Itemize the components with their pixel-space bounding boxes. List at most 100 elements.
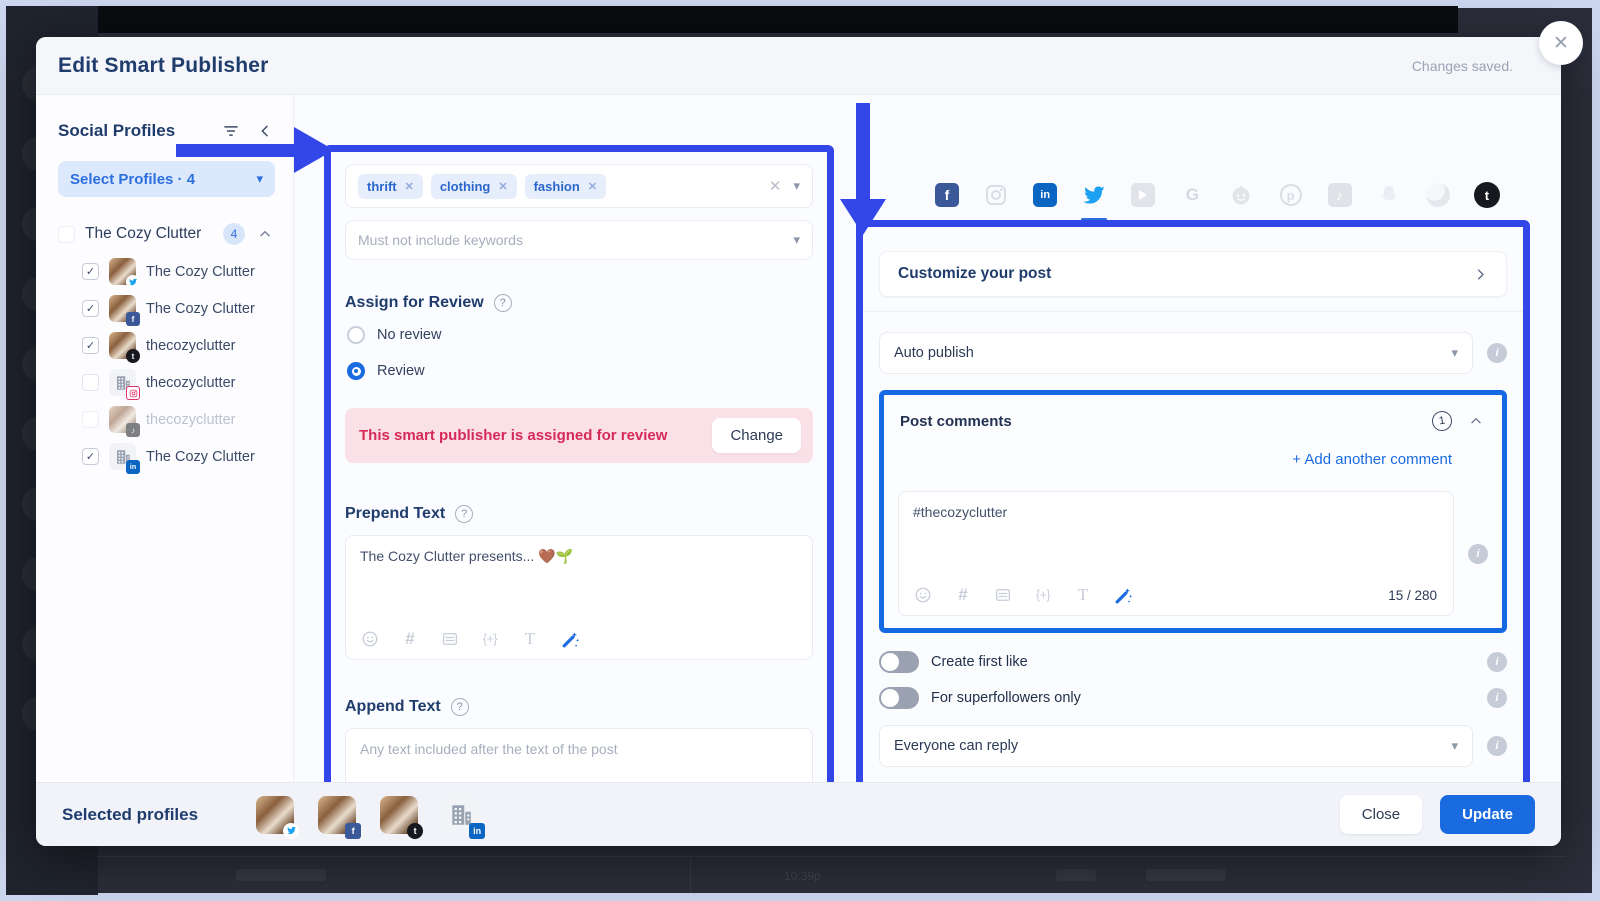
saved-replies-icon[interactable]: [993, 585, 1013, 605]
tumblr-icon[interactable]: t: [1474, 182, 1500, 208]
superfollowers-toggle[interactable]: [879, 687, 919, 709]
pinterest-icon[interactable]: p: [1278, 182, 1304, 208]
text-format-icon[interactable]: T: [520, 629, 540, 649]
instagram-icon[interactable]: [983, 182, 1009, 208]
group-checkbox[interactable]: ✓: [58, 226, 75, 243]
info-icon[interactable]: i: [1487, 652, 1507, 672]
keyword-label: clothing: [440, 179, 491, 194]
hashtag-icon[interactable]: #: [953, 585, 973, 605]
list-item[interactable]: ✓ t thecozyclutter: [58, 327, 275, 364]
linkedin-icon: in: [469, 823, 485, 839]
comment-text-input[interactable]: #thecozyclutter # {+} T 15 / 280: [898, 491, 1454, 616]
linkedin-icon[interactable]: in: [1032, 182, 1058, 208]
list-item[interactable]: ✓ thecozyclutter: [58, 364, 275, 401]
info-icon[interactable]: i: [1468, 544, 1488, 564]
youtube-icon[interactable]: [1130, 182, 1156, 208]
review-option[interactable]: Review: [345, 358, 813, 384]
close-icon[interactable]: ✕: [1539, 21, 1583, 65]
annotation-box-publisher-settings: thrift ✕ clothing ✕ fashion ✕ ✕ ▾ Must n…: [324, 145, 834, 831]
radio-on-icon[interactable]: [347, 362, 365, 380]
exclude-keywords-field[interactable]: Must not include keywords ▾: [345, 220, 813, 260]
list-item[interactable]: ✓ ♪ thecozyclutter: [58, 401, 275, 438]
background-app-table-row: 10:39p: [96, 856, 1566, 894]
remove-keyword-icon[interactable]: ✕: [588, 180, 597, 193]
annotation-arrow-right: [176, 127, 334, 173]
platform-tab-bar: f in G p ♪: [934, 175, 1500, 215]
close-button[interactable]: Close: [1340, 795, 1422, 834]
hashtag-icon[interactable]: #: [400, 629, 420, 649]
list-item[interactable]: ✓ in The Cozy Clutter: [58, 438, 275, 475]
avatar: in: [442, 796, 480, 834]
profile-checkbox[interactable]: ✓: [82, 411, 99, 428]
change-button[interactable]: Change: [712, 418, 801, 453]
add-another-comment-link[interactable]: + Add another comment: [1292, 451, 1452, 468]
append-text-heading: Append Text: [345, 698, 441, 716]
update-button[interactable]: Update: [1440, 795, 1535, 834]
include-keywords-field[interactable]: thrift ✕ clothing ✕ fashion ✕ ✕ ▾: [345, 164, 813, 208]
radio-off-icon[interactable]: [347, 326, 365, 344]
prepend-text-heading: Prepend Text: [345, 505, 445, 523]
facebook-icon: f: [126, 312, 140, 326]
no-review-option[interactable]: No review: [345, 322, 813, 348]
profile-name: The Cozy Clutter: [146, 264, 255, 280]
profile-checkbox[interactable]: ✓: [82, 448, 99, 465]
help-icon[interactable]: ?: [494, 294, 512, 312]
help-icon[interactable]: ?: [451, 698, 469, 716]
chevron-up-icon[interactable]: [255, 224, 275, 244]
saved-replies-icon[interactable]: [440, 629, 460, 649]
profile-checkbox[interactable]: ✓: [82, 374, 99, 391]
post-comments-title: Post comments: [900, 413, 1012, 430]
facebook-icon[interactable]: f: [934, 182, 960, 208]
profile-checkbox[interactable]: ✓: [82, 300, 99, 317]
twitter-icon[interactable]: [1081, 182, 1107, 208]
reddit-icon[interactable]: [1228, 182, 1254, 208]
ai-wand-icon[interactable]: [560, 629, 580, 649]
chevron-up-icon[interactable]: [1466, 411, 1486, 431]
background-ghost-time: 10:39p: [784, 869, 821, 883]
snapchat-icon[interactable]: [1376, 182, 1402, 208]
info-icon[interactable]: i: [1487, 343, 1507, 363]
screenshot-root: 10:39p ✕ Edit Smart Publisher Changes sa…: [0, 0, 1600, 901]
chevron-down-icon[interactable]: ▾: [793, 178, 800, 194]
no-review-label: No review: [377, 327, 441, 343]
group-count-badge: 4: [223, 223, 245, 245]
keyword-tag: clothing ✕: [431, 174, 517, 199]
profile-group-row[interactable]: ✓ The Cozy Clutter 4: [58, 223, 275, 245]
info-icon[interactable]: i: [1487, 736, 1507, 756]
prepend-text-input[interactable]: The Cozy Clutter presents... 🤎🌱 # {+} T: [345, 535, 813, 660]
superfollowers-row: For superfollowers only i: [879, 687, 1507, 709]
variables-icon[interactable]: {+}: [1033, 585, 1053, 605]
info-icon[interactable]: i: [1487, 688, 1507, 708]
help-icon[interactable]: ?: [455, 505, 473, 523]
auto-publish-select[interactable]: Auto publish ▾: [879, 332, 1473, 374]
modal-header: Edit Smart Publisher Changes saved.: [36, 37, 1561, 95]
google-icon[interactable]: G: [1179, 182, 1205, 208]
avatar: [256, 796, 294, 834]
emoji-icon[interactable]: [913, 585, 933, 605]
profile-name: thecozyclutter: [146, 338, 235, 354]
remove-keyword-icon[interactable]: ✕: [405, 180, 414, 193]
character-counter: 15 / 280: [1388, 588, 1437, 603]
tiktok-icon[interactable]: ♪: [1327, 182, 1353, 208]
list-item[interactable]: ✓ The Cozy Clutter: [58, 253, 275, 290]
auto-publish-value: Auto publish: [894, 345, 974, 361]
emoji-icon[interactable]: [360, 629, 380, 649]
create-first-like-toggle[interactable]: [879, 651, 919, 673]
annotation-box-post-comments: Post comments 1 + Add another comment: [879, 390, 1507, 633]
variables-icon[interactable]: {+}: [480, 629, 500, 649]
reply-permission-value: Everyone can reply: [894, 738, 1018, 754]
text-format-icon[interactable]: T: [1073, 585, 1093, 605]
remove-keyword-icon[interactable]: ✕: [498, 180, 507, 193]
ai-wand-icon[interactable]: [1113, 585, 1133, 605]
keyword-label: thrift: [367, 179, 397, 194]
customize-post-header[interactable]: Customize your post: [879, 251, 1507, 297]
profile-checkbox[interactable]: ✓: [82, 337, 99, 354]
profile-checkbox[interactable]: ✓: [82, 263, 99, 280]
list-item[interactable]: ✓ f The Cozy Clutter: [58, 290, 275, 327]
sphere-icon[interactable]: [1425, 182, 1451, 208]
chevron-right-icon[interactable]: [1473, 267, 1488, 282]
clear-all-icon[interactable]: ✕: [769, 177, 782, 195]
reply-permission-select[interactable]: Everyone can reply ▾: [879, 725, 1473, 767]
selected-profiles-label: Selected profiles: [62, 805, 198, 825]
twitter-icon: [283, 823, 299, 839]
